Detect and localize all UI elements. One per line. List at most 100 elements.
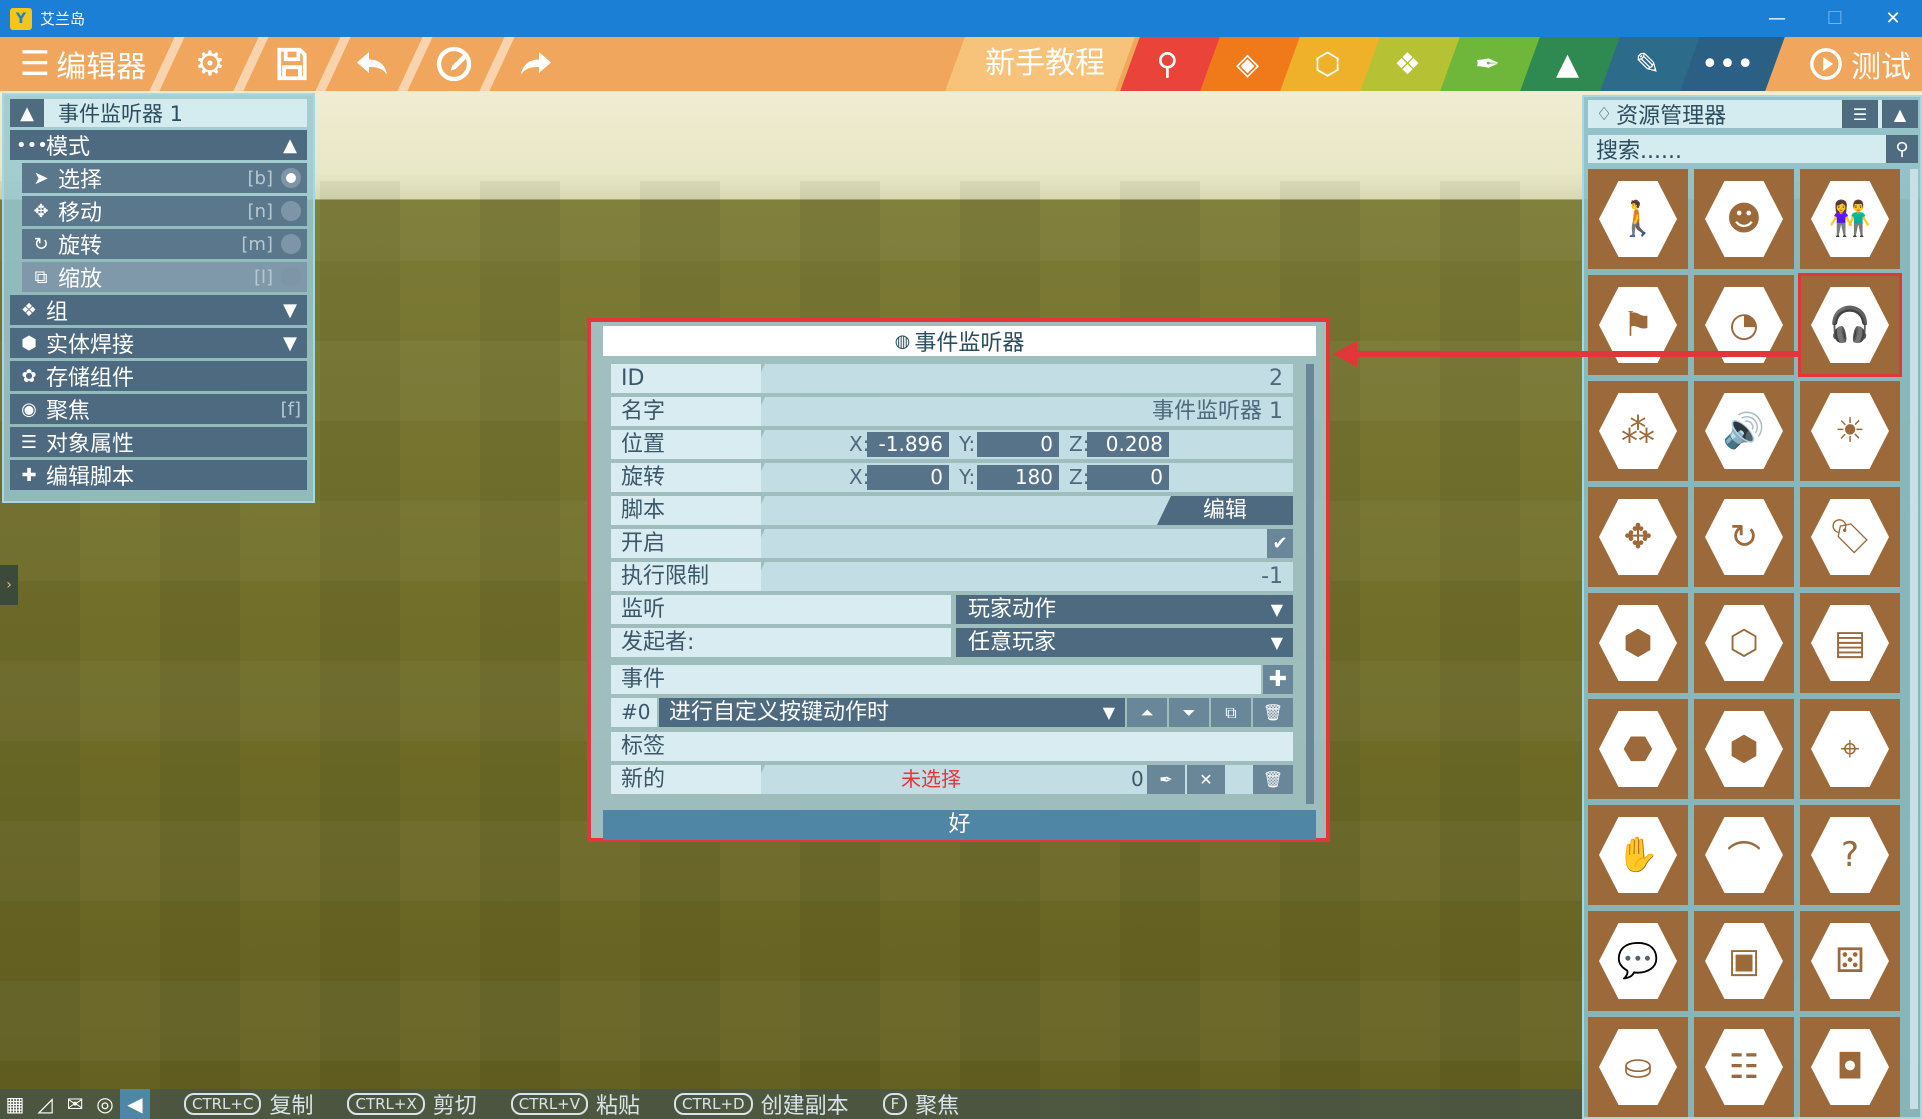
close-button[interactable]: ✕ — [1864, 0, 1922, 37]
maximize-button[interactable]: ☐ — [1806, 0, 1864, 37]
angle-icon[interactable]: ◿ — [30, 1089, 60, 1119]
resource-tile-person[interactable]: 🚶 — [1588, 169, 1688, 269]
delete-tag-button[interactable]: 🗑 — [1253, 765, 1293, 794]
rot-z-input[interactable]: 0 — [1087, 465, 1169, 490]
globe-icon[interactable]: ◎ — [90, 1089, 120, 1119]
mode-rotate[interactable]: ↻ 旋转 [m] — [22, 229, 307, 259]
edit-script-button[interactable]: 编辑 — [1157, 496, 1293, 525]
editor-menu-button[interactable]: ☰ 编辑器 — [8, 37, 158, 91]
mode-header[interactable]: ••• 模式 ▲ — [10, 130, 307, 160]
storage-row[interactable]: ✿ 存储组件 — [10, 361, 307, 391]
undo-button[interactable] — [342, 37, 402, 91]
list-view-icon[interactable]: ☰ — [1842, 100, 1878, 128]
resource-tile-people[interactable]: 👫 — [1800, 169, 1900, 269]
move-up-button[interactable]: ⏶ — [1127, 698, 1167, 727]
gem-tab[interactable]: ◈ — [1205, 37, 1290, 91]
resource-tile-rotate-area[interactable]: ↻ — [1694, 487, 1794, 587]
move-down-button[interactable]: ⏷ — [1169, 698, 1209, 727]
pos-y-input[interactable]: 0 — [977, 432, 1059, 457]
resource-tile-cube[interactable]: ⬡ — [1694, 593, 1794, 693]
resource-tile-bench[interactable]: ☷ — [1694, 1017, 1794, 1117]
resource-tile-safe[interactable]: ◘ — [1800, 1017, 1900, 1117]
history-button[interactable] — [424, 37, 484, 91]
resource-tile-chat[interactable]: 💬 — [1588, 911, 1688, 1011]
resource-tile-add-cube[interactable]: ⬢ — [1588, 593, 1688, 693]
enabled-checkbox[interactable]: ✔ — [1267, 529, 1293, 558]
resource-tile-move-area[interactable]: ✥ — [1588, 487, 1688, 587]
resource-tile-speaker[interactable]: 🔊 — [1694, 381, 1794, 481]
more-tab[interactable]: ••• — [1685, 37, 1770, 91]
pos-z-input[interactable]: 0.208 — [1087, 432, 1169, 457]
event-dropdown[interactable]: 进行自定义按键动作时 ▼ — [659, 698, 1125, 727]
mode-move[interactable]: ✥ 移动 [n] — [22, 196, 307, 226]
resource-tile-particles[interactable]: ⁂ — [1588, 381, 1688, 481]
resource-tile-picture[interactable]: ▣ — [1694, 911, 1794, 1011]
save-button[interactable] — [262, 37, 322, 91]
resource-tile-flag[interactable]: ⚑ — [1588, 275, 1688, 375]
props-row[interactable]: ☰ 对象属性 — [10, 427, 307, 457]
focus-row[interactable]: ◉ 聚焦 [f] — [10, 394, 307, 424]
pos-x-input[interactable]: -1.896 — [867, 432, 949, 457]
limit-row[interactable]: -1 执行限制 — [611, 562, 1293, 591]
resource-tile-question[interactable]: ? — [1800, 805, 1900, 905]
resource-tile-mask[interactable]: ☻ — [1694, 169, 1794, 269]
duplicate-event-button[interactable]: ⧉ — [1211, 698, 1251, 727]
initiator-dropdown[interactable]: 任意玩家 ▼ — [956, 628, 1293, 657]
collapse-icon[interactable]: ▲ — [10, 99, 44, 127]
search-tab[interactable]: ⚲ — [1125, 37, 1210, 91]
resource-tile-lightbulb[interactable]: ☀ — [1800, 381, 1900, 481]
mail-icon[interactable]: ✉ — [60, 1089, 90, 1119]
limit-input[interactable]: -1 — [751, 562, 1293, 591]
resource-tile-bag[interactable]: ⛀ — [1588, 1017, 1688, 1117]
speaker-icon[interactable]: ◀ — [120, 1089, 150, 1119]
resource-scrollbar[interactable] — [1910, 169, 1918, 1109]
resource-tile-headphones[interactable]: 🎧 — [1798, 273, 1902, 377]
eyedropper-tab[interactable]: ✒ — [1445, 37, 1530, 91]
search-icon[interactable]: ⚲ — [1886, 135, 1918, 163]
minimize-button[interactable]: — — [1748, 0, 1806, 37]
mode-scale-radio[interactable] — [281, 267, 301, 287]
script-row[interactable]: ✚ 编辑脚本 — [10, 460, 307, 490]
weld-row[interactable]: ⬢ 实体焊接 ▼ — [10, 328, 307, 358]
grid-icon[interactable]: ▦ — [0, 1089, 30, 1119]
resource-tile-gauge[interactable]: ◔ — [1694, 275, 1794, 375]
mode-select[interactable]: ➤ 选择 [b] — [22, 163, 307, 193]
pick-button[interactable]: ✒ — [1147, 765, 1185, 794]
paint-tab[interactable]: ✎ — [1605, 37, 1690, 91]
group-label: 组 — [46, 300, 69, 325]
cubes-tab[interactable]: ❖ — [1365, 37, 1450, 91]
resource-tile-location-pin[interactable]: ⌖ — [1800, 699, 1900, 799]
mode-rotate-radio[interactable] — [281, 234, 301, 254]
redo-button[interactable] — [506, 37, 566, 91]
collapse-icon[interactable]: ▲ — [1882, 100, 1918, 128]
resource-tile-dice[interactable]: ⚄ — [1800, 911, 1900, 1011]
mode-select-radio[interactable] — [281, 168, 301, 188]
test-button[interactable]: 测试 — [1790, 37, 1922, 91]
expand-left-tab[interactable]: › — [0, 565, 18, 605]
dialog-scrollbar[interactable] — [1306, 364, 1314, 804]
name-row[interactable]: 事件监听器 1 名字 — [611, 397, 1293, 426]
resource-tile-path[interactable]: ⌒ — [1694, 805, 1794, 905]
clear-button[interactable]: ✕ — [1187, 765, 1225, 794]
mode-select-label: 选择 — [58, 168, 103, 193]
rot-y-input[interactable]: 180 — [977, 465, 1059, 490]
resource-tile-hexblock[interactable]: ⬢ — [1694, 699, 1794, 799]
tutorial-button[interactable]: 新手教程 — [985, 37, 1105, 91]
listen-dropdown[interactable]: 玩家动作 ▼ — [956, 595, 1293, 624]
add-event-button[interactable]: ✚ — [1263, 665, 1293, 694]
group-row[interactable]: ❖ 组 ▼ — [10, 295, 307, 325]
delete-event-button[interactable]: 🗑 — [1253, 698, 1293, 727]
resource-search-input[interactable]: 搜索...... ⚲ — [1588, 135, 1918, 164]
mode-scale[interactable]: ⧉ 缩放 [l] — [22, 262, 307, 292]
rot-x-input[interactable]: 0 — [867, 465, 949, 490]
resource-tile-tag[interactable]: 🏷 — [1800, 487, 1900, 587]
resource-tile-add-hexblock[interactable]: ⬣ — [1588, 699, 1688, 799]
mode-move-radio[interactable] — [281, 201, 301, 221]
ok-button[interactable]: 好 — [603, 810, 1316, 840]
settings-button[interactable]: ⚙ — [180, 37, 240, 91]
box-tab[interactable]: ⬡ — [1285, 37, 1370, 91]
name-input[interactable]: 事件监听器 1 — [751, 397, 1293, 426]
resource-tile-hand[interactable]: ✋ — [1588, 805, 1688, 905]
resource-tile-storage[interactable]: ▤ — [1800, 593, 1900, 693]
terrain-tab[interactable]: ▲ — [1525, 37, 1610, 91]
